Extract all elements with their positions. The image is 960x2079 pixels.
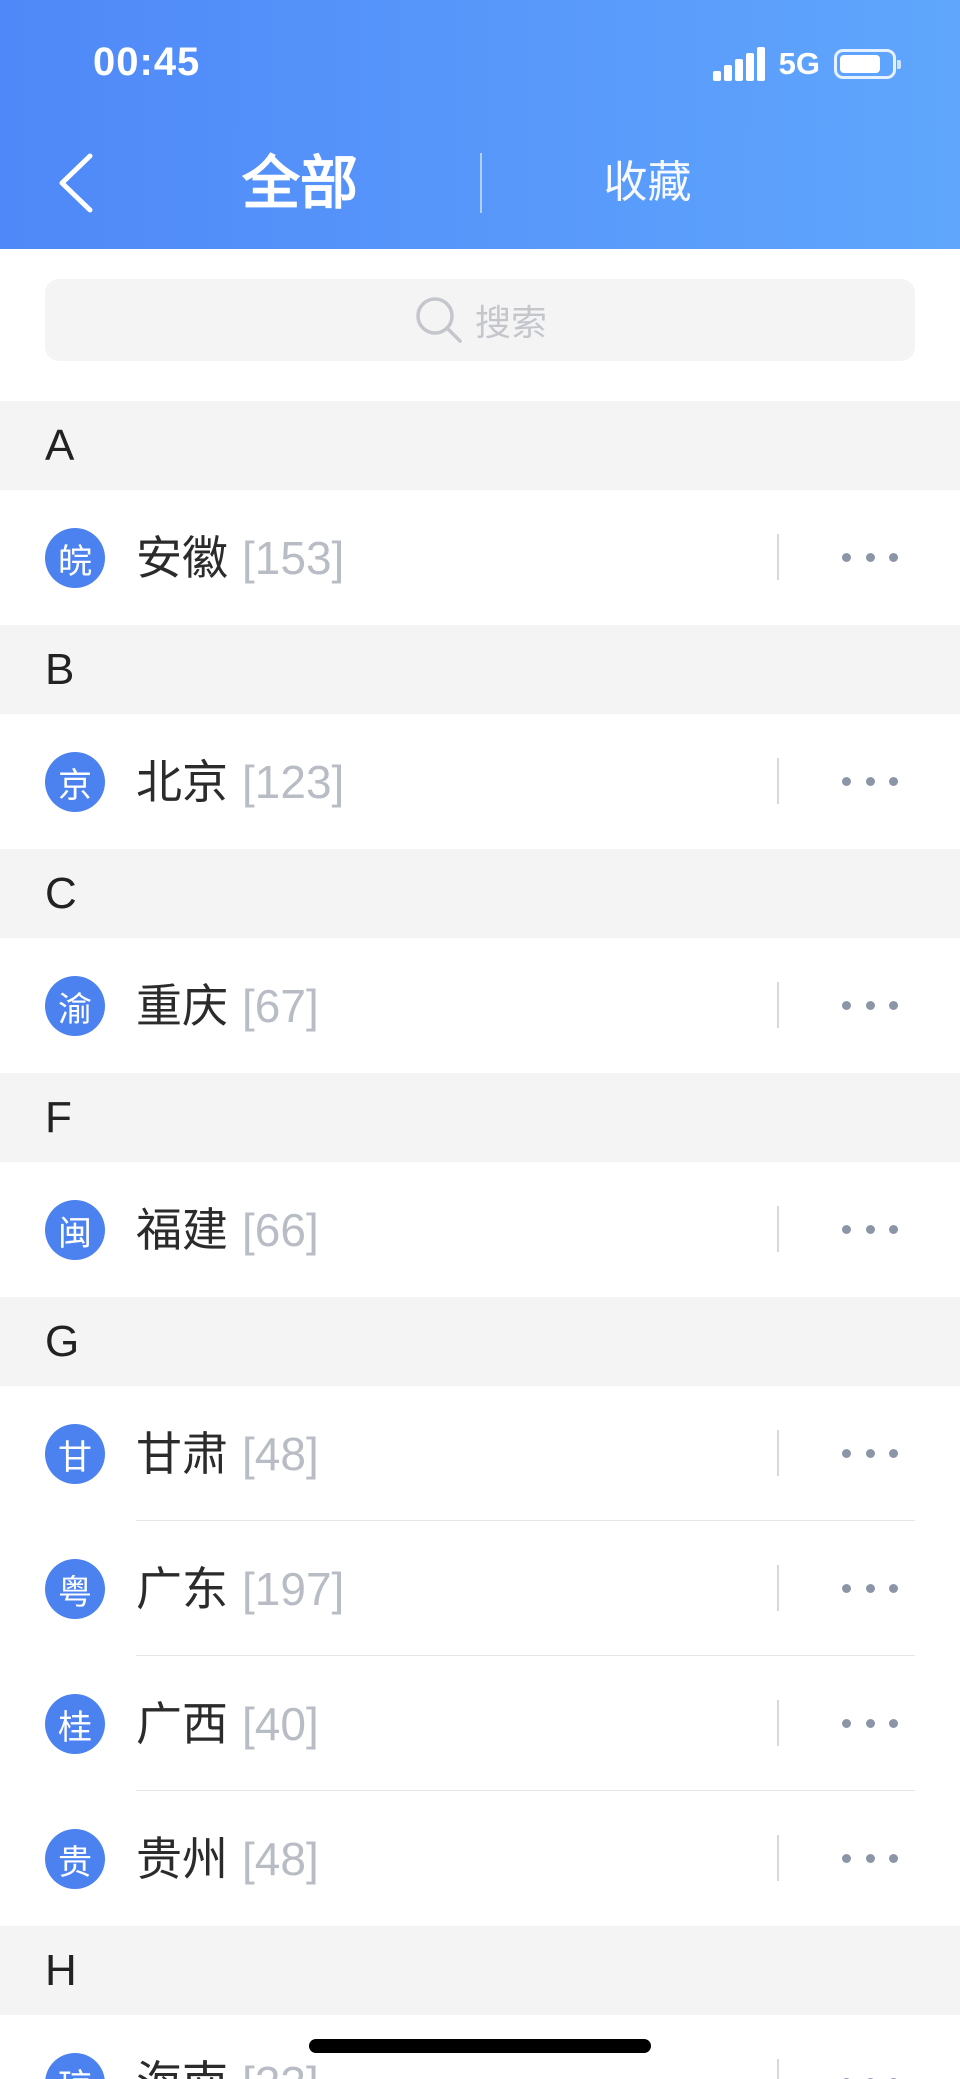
row-separator: [777, 534, 779, 580]
region-count: [48]: [242, 1833, 319, 1885]
battery-icon: [834, 49, 901, 79]
region-badge: 桂: [45, 1694, 105, 1754]
app-screen: 00:45 5G 全部 收藏 搜索 A 皖 安徽 [153] B 京 北京 [1…: [0, 0, 960, 2079]
tab-favorites[interactable]: 收藏: [560, 153, 735, 213]
more-button[interactable]: [842, 769, 898, 793]
row-separator: [777, 982, 779, 1028]
region-badge: 闽: [45, 1200, 105, 1260]
header: 00:45 5G 全部 收藏: [0, 0, 960, 249]
more-button[interactable]: [842, 1846, 898, 1870]
region-list: A 皖安徽 [153] B 京北京 [123] C 渝重庆 [67] F 闽福建 [66] G 甘甘肃 [4…: [0, 401, 960, 2079]
section-header-a: A: [0, 401, 960, 490]
region-badge: 京: [45, 752, 105, 812]
more-button[interactable]: [842, 545, 898, 569]
region-count: [48]: [242, 1428, 319, 1480]
section-header-g: G: [0, 1297, 960, 1386]
list-item[interactable]: 甘甘肃 [48]: [0, 1386, 960, 1521]
more-button[interactable]: [842, 1576, 898, 1600]
more-button[interactable]: [842, 2070, 898, 2079]
row-separator: [777, 1835, 779, 1881]
back-button[interactable]: [52, 148, 102, 218]
status-time: 00:45: [93, 40, 201, 84]
region-count: [67]: [242, 980, 319, 1032]
home-indicator: [309, 2039, 651, 2053]
list-item[interactable]: 京北京 [123]: [0, 714, 960, 849]
more-button[interactable]: [842, 1441, 898, 1465]
region-count: [197]: [242, 1563, 345, 1615]
row-separator: [777, 1565, 779, 1611]
row-separator: [777, 1700, 779, 1746]
region-count: [23]: [242, 2057, 319, 2079]
row-separator: [777, 1206, 779, 1252]
row-separator: [777, 1430, 779, 1476]
section-header-b: B: [0, 625, 960, 714]
region-badge: 甘: [45, 1424, 105, 1484]
region-name-text: 甘肃: [136, 1427, 228, 1481]
section-header-h: H: [0, 1926, 960, 2015]
more-dots-icon: [842, 1718, 851, 1728]
search-area: 搜索: [0, 249, 960, 401]
more-button[interactable]: [842, 1217, 898, 1241]
more-dots-icon: [842, 1583, 851, 1593]
region-name-text: 贵州: [136, 1832, 228, 1886]
row-separator: [777, 2059, 779, 2079]
region-name: 海南 [23]: [136, 2051, 319, 2079]
region-name: 安徽 [153]: [136, 526, 344, 590]
more-button[interactable]: [842, 993, 898, 1017]
section-header-f: F: [0, 1073, 960, 1162]
region-name-text: 北京: [136, 755, 228, 809]
region-badge: 琼: [45, 2053, 105, 2079]
region-name-text: 安徽: [136, 531, 228, 585]
region-name: 重庆 [67]: [136, 974, 319, 1038]
tab-divider: [480, 153, 482, 213]
region-name-text: 福建: [136, 1203, 228, 1257]
list-item[interactable]: 粤广东 [197]: [0, 1521, 960, 1656]
more-dots-icon: [842, 552, 851, 562]
region-badge: 渝: [45, 976, 105, 1036]
signal-icon: [712, 47, 765, 81]
region-name: 贵州 [48]: [136, 1827, 319, 1891]
network-type: 5G: [778, 46, 820, 81]
region-badge: 粤: [45, 1559, 105, 1619]
region-name-text: 海南: [136, 2056, 228, 2079]
region-name: 广东 [197]: [136, 1557, 344, 1621]
region-name-text: 重庆: [136, 979, 228, 1033]
tab-all[interactable]: 全部: [200, 148, 400, 218]
chevron-left-icon: [59, 153, 93, 213]
list-item[interactable]: 皖安徽 [153]: [0, 490, 960, 625]
region-count: [40]: [242, 1698, 319, 1750]
region-name-text: 广西: [136, 1697, 228, 1751]
row-separator: [777, 758, 779, 804]
search-icon: [416, 297, 462, 343]
region-name: 北京 [123]: [136, 750, 344, 814]
list-item[interactable]: 渝重庆 [67]: [0, 938, 960, 1073]
more-dots-icon: [842, 1224, 851, 1234]
search-placeholder: 搜索: [474, 303, 547, 344]
list-item[interactable]: 闽福建 [66]: [0, 1162, 960, 1297]
region-name: 福建 [66]: [136, 1198, 319, 1262]
region-badge: 皖: [45, 528, 105, 588]
list-item[interactable]: 贵贵州 [48]: [0, 1791, 960, 1926]
region-name-text: 广东: [136, 1562, 228, 1616]
region-count: [153]: [242, 532, 345, 584]
more-dots-icon: [842, 1448, 851, 1458]
section-header-c: C: [0, 849, 960, 938]
search-input[interactable]: 搜索: [45, 279, 915, 361]
status-indicators: 5G: [712, 46, 901, 82]
more-dots-icon: [842, 1853, 851, 1863]
region-name: 广西 [40]: [136, 1692, 319, 1756]
region-count: [123]: [242, 756, 345, 808]
more-dots-icon: [842, 1000, 851, 1010]
region-badge: 贵: [45, 1829, 105, 1889]
more-dots-icon: [842, 776, 851, 786]
region-count: [66]: [242, 1204, 319, 1256]
more-button[interactable]: [842, 1711, 898, 1735]
list-item[interactable]: 桂广西 [40]: [0, 1656, 960, 1791]
region-name: 甘肃 [48]: [136, 1422, 319, 1486]
